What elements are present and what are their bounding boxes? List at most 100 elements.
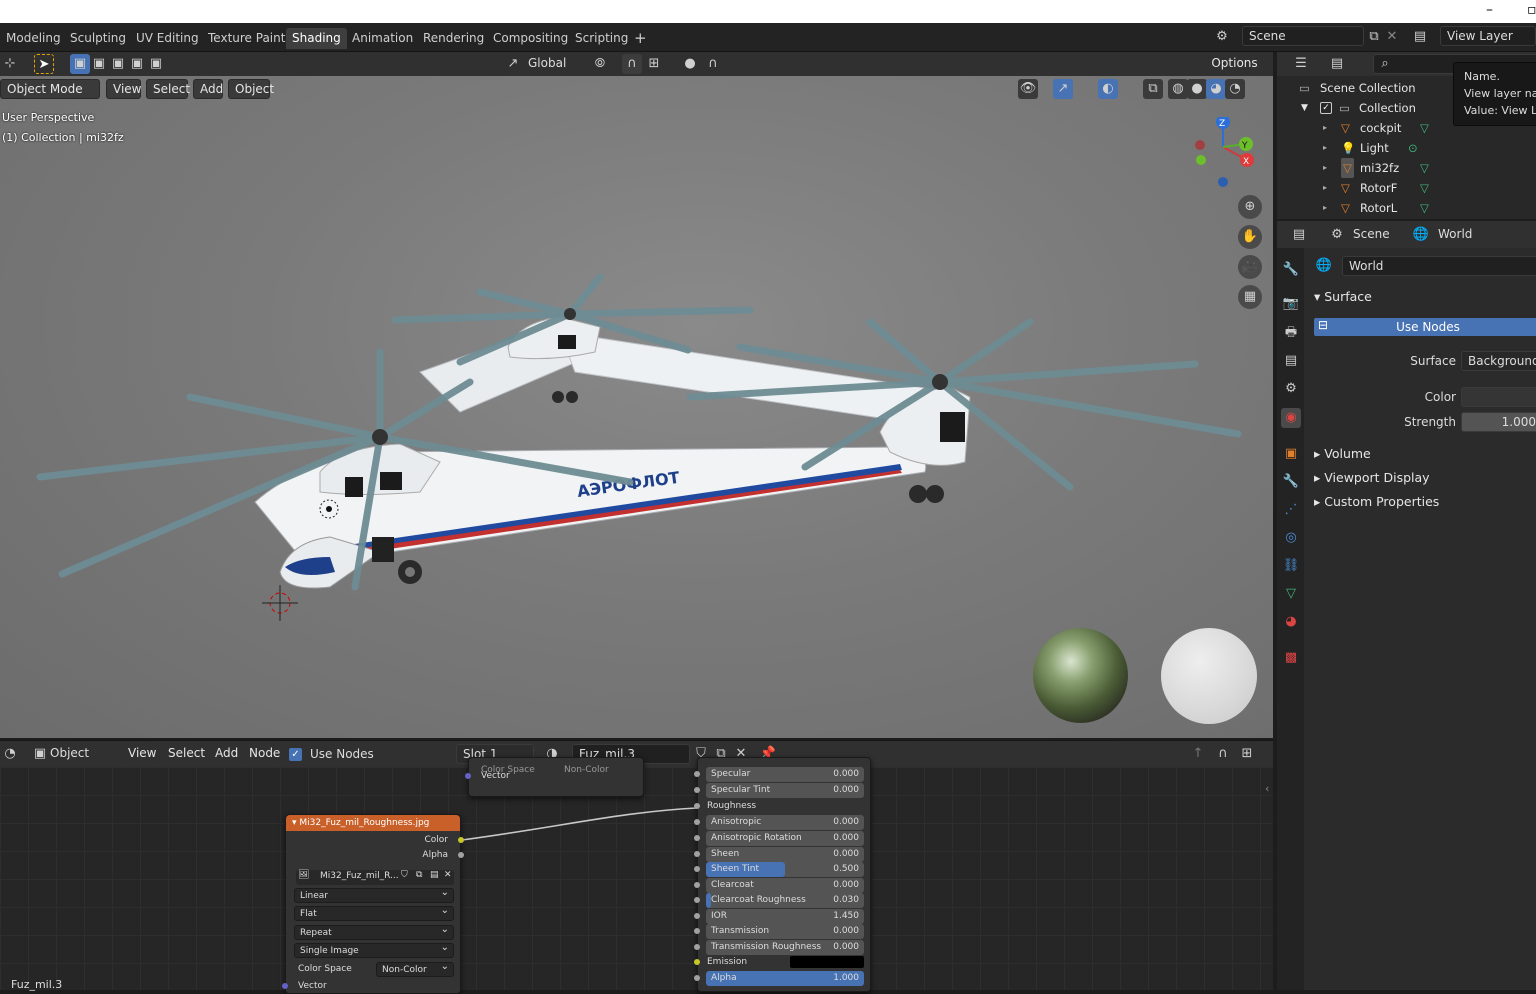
solid-shading-icon[interactable]: ● [1187,79,1207,99]
bsdf-field-anisotropic-rotation[interactable]: Anisotropic Rotation 0.000 [706,831,864,846]
node-snap-icon[interactable]: ∩ [1213,744,1233,764]
node-menu-node[interactable]: Node [243,744,280,764]
particles-tab-icon[interactable]: ⋰ [1281,500,1301,520]
select-tool-icon[interactable]: ➤ [34,54,54,74]
bsdf-input-socket[interactable] [694,771,700,777]
alpha-output-socket[interactable] [458,852,464,858]
bsdf-field-specular-tint[interactable]: Specular Tint 0.000 [706,783,864,798]
expand-arrow-icon[interactable]: ▼ [1301,98,1308,118]
tab-shading[interactable]: Shading [286,28,347,49]
view-layer-field[interactable]: View Layer [1440,26,1536,46]
bsdf-input-socket[interactable] [694,928,700,934]
falloff-icon[interactable]: ∩ [703,54,723,74]
node-editor-type-icon[interactable]: ◔ [0,744,20,764]
viewport-menu-select[interactable]: Select [146,79,190,99]
bsdf-input-socket[interactable] [694,835,700,841]
light-data-icon[interactable]: ⊙ [1408,138,1418,158]
source-dropdown[interactable]: Single Image [294,941,454,958]
outliner-item-rotorf[interactable]: ▸ ▽ RotorF ▽ [1277,178,1536,198]
bsdf-input-socket[interactable] [694,787,700,793]
mode-dropdown[interactable]: Object Mode [0,79,100,99]
bsdf-input-socket[interactable] [694,959,700,965]
bsdf-field-sheen[interactable]: Sheen 0.000 [706,847,864,862]
proportional-edit-icon[interactable]: ● [680,54,700,74]
material-tab-icon[interactable]: ◕ [1281,612,1301,632]
bsdf-input-socket[interactable] [694,882,700,888]
use-nodes-button[interactable]: Use Nodes [1313,317,1536,337]
scene-name-field[interactable]: Scene [1242,26,1364,46]
expand-arrow-icon[interactable]: ▸ [1323,198,1327,218]
snap-icon[interactable]: ∩ [622,54,642,74]
bsdf-field-sheen-tint[interactable]: Sheen Tint 0.500 [706,862,864,877]
outliner-item-rotorl[interactable]: ▸ ▽ RotorL ▽ [1277,198,1536,218]
bsdf-field-transmission-roughness[interactable]: Transmission Roughness 0.000 [706,940,864,955]
outliner-item-light[interactable]: ▸ 💡 Light ⊙ [1277,138,1536,158]
expand-arrow-icon[interactable]: ▸ [1323,138,1327,158]
material-preview-icon[interactable]: ◕ [1206,79,1226,99]
camera-view-icon[interactable]: 🎥 [1238,255,1262,279]
overlay-toggle-icon[interactable]: ◐ [1098,79,1118,99]
mesh-data-icon[interactable]: ▽ [1420,158,1429,178]
world-tab-icon[interactable]: ◉ [1281,408,1301,428]
collection-checkbox[interactable]: ✓ [1320,102,1332,114]
ortho-grid-icon[interactable]: ▦ [1238,285,1262,309]
options-dropdown[interactable]: Options [1203,54,1266,74]
pan-hand-icon[interactable]: ✋ [1238,225,1262,249]
tab-compositing[interactable]: Compositing [487,28,574,49]
texture-tab-icon[interactable]: ▩ [1281,648,1301,668]
display-mode-icon[interactable]: ▤ [1327,54,1347,74]
use-nodes-checkbox[interactable]: ✓ [289,748,302,761]
bsdf-field-clearcoat[interactable]: Clearcoat 0.000 [706,878,864,893]
vector-input-socket[interactable] [465,773,471,779]
render-tab-icon[interactable]: 📷 [1281,294,1301,314]
tab-rendering[interactable]: Rendering [417,28,490,49]
transform-orientation-icon[interactable]: ↗ [503,54,523,74]
view-layer-tab-icon[interactable]: ▤ [1281,351,1301,371]
xray-toggle-icon[interactable]: ⧉ [1143,79,1163,99]
properties-type-icon[interactable]: ▤ [1289,225,1309,245]
bsdf-field-alpha[interactable]: Alpha 1.000 [706,971,864,986]
node-menu-view[interactable]: View [122,744,156,764]
bsdf-input-socket[interactable] [694,803,700,809]
image-texture-node[interactable]: ▾ Mi32_Fuz_mil_Roughness.jpg Color Alpha… [282,814,464,994]
select-mode-extend-icon[interactable]: ▣ [89,54,109,74]
bsdf-field-anisotropic[interactable]: Anisotropic 0.000 [706,815,864,830]
image-unlink-icon[interactable]: ✕ [444,870,452,880]
custom-properties-panel-header[interactable]: ▸ Custom Properties [1314,494,1439,509]
gizmo-toggle-icon[interactable]: ↗ [1053,79,1073,99]
bsdf-input-socket[interactable] [694,897,700,903]
select-mode-subtract-icon[interactable]: ▣ [108,54,128,74]
principled-bsdf-node[interactable]: Specular 0.000 Specular Tint 0.000 Roughness… [694,757,871,992]
bsdf-field-ior[interactable]: IOR 1.450 [706,909,864,924]
strength-field[interactable]: 1.000 [1461,412,1536,432]
zoom-icon[interactable]: ⊕ [1238,195,1262,219]
surface-panel-header[interactable]: ▾ Surface [1314,289,1372,304]
image-node-header[interactable]: ▾ Mi32_Fuz_mil_Roughness.jpg [286,815,460,831]
delete-scene-icon[interactable]: ✕ [1382,27,1402,47]
mesh-data-icon[interactable]: ▽ [1420,198,1429,218]
bsdf-input-socket[interactable] [694,851,700,857]
minimize-button[interactable]: – [1486,2,1493,18]
image-duplicate-icon[interactable]: ⧉ [416,870,422,880]
outliner-type-icon[interactable]: ☰ [1291,54,1311,74]
viewport-menu-view[interactable]: View [106,79,141,99]
editor-type-icon[interactable]: ⊹ [0,54,20,74]
color-space-dropdown[interactable]: Non-Color [376,960,454,977]
surface-shader-dropdown[interactable]: Background [1461,351,1536,371]
scene-selector-icon[interactable]: ⚙ [1212,27,1232,47]
node-menu-add[interactable]: Add [209,744,238,764]
add-workspace-button[interactable]: + [628,28,653,49]
mesh-data-icon[interactable]: ▽ [1420,118,1429,138]
tab-sculpting[interactable]: Sculpting [64,28,132,49]
outliner-item-mi32fz[interactable]: ▸ ▽ mi32fz ▽ [1277,158,1536,178]
image-texture-node-partial[interactable]: Color Space Non-Color Vector [465,757,644,797]
world-color-swatch[interactable] [1461,387,1536,407]
new-scene-icon[interactable]: ⧉ [1364,27,1384,47]
select-mode-intersect-icon[interactable]: ▣ [146,54,166,74]
maximize-button[interactable]: ▫ [1527,2,1536,18]
physics-tab-icon[interactable]: ◎ [1281,528,1301,548]
object-tab-icon[interactable]: ▣ [1281,444,1301,464]
select-mode-new-icon[interactable]: ▣ [70,54,90,74]
breadcrumb-world[interactable]: World [1438,227,1472,241]
emission-color-swatch[interactable] [790,956,864,968]
